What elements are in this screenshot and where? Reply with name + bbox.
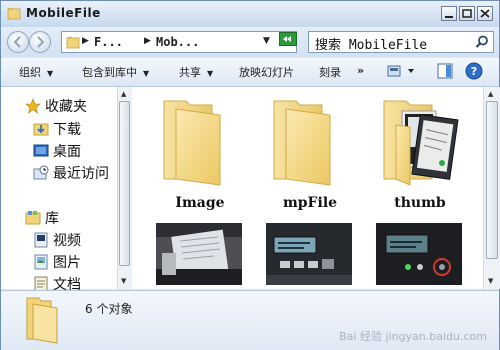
printer-panel-photo-image <box>266 223 352 285</box>
include-library-label: 包含到库中 <box>82 66 137 79</box>
more-commands-button[interactable]: » <box>357 64 364 77</box>
chevron-down-icon: ▼ <box>207 69 214 78</box>
folder-icon <box>26 297 58 344</box>
back-arrow-icon <box>13 36 21 48</box>
refresh-button[interactable] <box>279 32 297 46</box>
navigation-pane: 收藏夹 下载 桌面 最近访问 库 视频 图片 文档 ▲ ▼ <box>1 87 132 293</box>
help-button[interactable]: ? <box>465 62 483 83</box>
nav-label: 最近访问 <box>53 166 109 182</box>
photo-thumbnail[interactable] <box>156 223 242 285</box>
folder-item[interactable]: thumb <box>370 95 470 221</box>
item-label: mpFile <box>282 195 338 211</box>
forward-button[interactable] <box>29 31 51 53</box>
chevron-right-icon[interactable]: ▶ <box>144 36 151 46</box>
scrollbar-thumb[interactable] <box>486 101 498 259</box>
nav-label: 桌面 <box>53 144 81 160</box>
help-icon: ? <box>465 62 483 80</box>
recent-places-icon <box>33 165 49 180</box>
include-library-menu[interactable]: 包含到库中 ▼ <box>82 64 149 80</box>
address-bar-row: ▶ F... ▶ Mob... ▼ 搜索 MobileFile <box>1 27 499 57</box>
nav-label: 收藏夹 <box>45 99 87 115</box>
preview-pane-icon <box>437 63 453 79</box>
command-bar: 组织 ▼ 包含到库中 ▼ 共享 ▼ 放映幻灯片 刻录 » ? <box>1 58 499 87</box>
folder-icon <box>163 100 221 186</box>
burn-button[interactable]: 刻录 <box>319 64 341 80</box>
minimize-button[interactable] <box>441 6 457 21</box>
photo-thumbnail[interactable] <box>266 223 352 285</box>
title-bar[interactable]: MobileFile <box>1 1 499 28</box>
maximize-button[interactable] <box>459 6 475 21</box>
forward-arrow-icon <box>37 36 45 48</box>
scrollbar-thumb[interactable] <box>119 101 130 266</box>
slideshow-button[interactable]: 放映幻灯片 <box>239 64 294 80</box>
nav-item-recent[interactable]: 最近访问 <box>1 162 119 184</box>
chevron-down-icon: ▼ <box>143 69 150 78</box>
nav-item-favorites[interactable]: 收藏夹 <box>1 95 119 117</box>
folder-icon <box>7 8 21 20</box>
scroll-down-arrow-icon[interactable]: ▼ <box>488 277 493 285</box>
nav-label: 库 <box>45 211 59 227</box>
view-options-button[interactable] <box>387 63 417 82</box>
library-icon <box>25 211 41 225</box>
svg-text:?: ? <box>471 65 477 78</box>
scroll-up-arrow-icon[interactable]: ▲ <box>488 90 493 98</box>
scroll-up-arrow-icon[interactable]: ▲ <box>121 90 126 98</box>
folder-item[interactable]: Image <box>150 95 250 221</box>
breadcrumb-part[interactable]: F... <box>94 35 123 49</box>
video-library-icon <box>34 232 48 248</box>
pictures-library-icon <box>34 254 48 270</box>
window-title: MobileFile <box>26 6 101 20</box>
nav-pane-scrollbar[interactable]: ▲ ▼ <box>117 87 132 289</box>
nav-item-videos[interactable]: 视频 <box>1 229 119 251</box>
printer-photo-image <box>156 223 242 285</box>
view-icon <box>387 65 414 77</box>
close-button[interactable] <box>477 6 493 21</box>
refresh-icon <box>283 36 291 42</box>
item-label: Image <box>175 195 225 211</box>
organize-label: 组织 <box>19 66 41 79</box>
item-count: 6 个对象 <box>85 302 133 316</box>
chevron-down-icon: ▼ <box>47 69 54 78</box>
share-menu[interactable]: 共享 ▼ <box>179 64 213 80</box>
star-icon <box>25 98 41 114</box>
nav-item-desktop[interactable]: 桌面 <box>1 140 119 162</box>
chevron-down-icon[interactable]: ▼ <box>263 36 270 46</box>
back-button[interactable] <box>7 31 29 53</box>
folder-with-photos-icon <box>383 100 459 186</box>
folder-icon <box>66 37 80 49</box>
item-label: thumb <box>394 195 446 211</box>
nav-label: 图片 <box>53 255 81 271</box>
details-pane: 6 个对象 Bai 经验 jingyan.baidu.com <box>1 290 499 350</box>
nav-item-pictures[interactable]: 图片 <box>1 251 119 273</box>
content-scrollbar[interactable]: ▲ ▼ <box>483 87 500 289</box>
breadcrumb-part[interactable]: Mob... <box>156 35 199 49</box>
watermark-text: Bai 经验 jingyan.baidu.com <box>339 330 487 343</box>
download-folder-icon <box>33 123 49 136</box>
nav-item-downloads[interactable]: 下载 <box>1 118 119 140</box>
search-input[interactable]: 搜索 MobileFile <box>308 31 494 53</box>
search-icon[interactable] <box>475 35 489 49</box>
nav-item-libraries[interactable]: 库 <box>1 207 119 229</box>
photo-thumbnail[interactable] <box>376 223 462 285</box>
scroll-down-arrow-icon[interactable]: ▼ <box>121 277 126 285</box>
search-placeholder: 搜索 MobileFile <box>315 38 428 53</box>
explorer-window: MobileFile ▶ F... ▶ Mob... ▼ 搜索 MobileFi… <box>0 0 500 350</box>
nav-label: 视频 <box>53 233 81 249</box>
nav-label: 下载 <box>53 122 81 138</box>
printer-display-photo-image <box>376 223 462 285</box>
desktop-icon <box>33 144 49 157</box>
address-field[interactable]: ▶ F... ▶ Mob... ▼ <box>61 31 297 53</box>
organize-menu[interactable]: 组织 ▼ <box>19 64 53 80</box>
share-label: 共享 <box>179 66 201 79</box>
folder-icon <box>273 100 331 186</box>
preview-pane-button[interactable] <box>437 63 453 82</box>
chevron-right-icon[interactable]: ▶ <box>82 36 89 46</box>
folder-item[interactable]: mpFile <box>260 95 360 221</box>
file-list-view: Image mpFile thumb <box>132 87 483 289</box>
